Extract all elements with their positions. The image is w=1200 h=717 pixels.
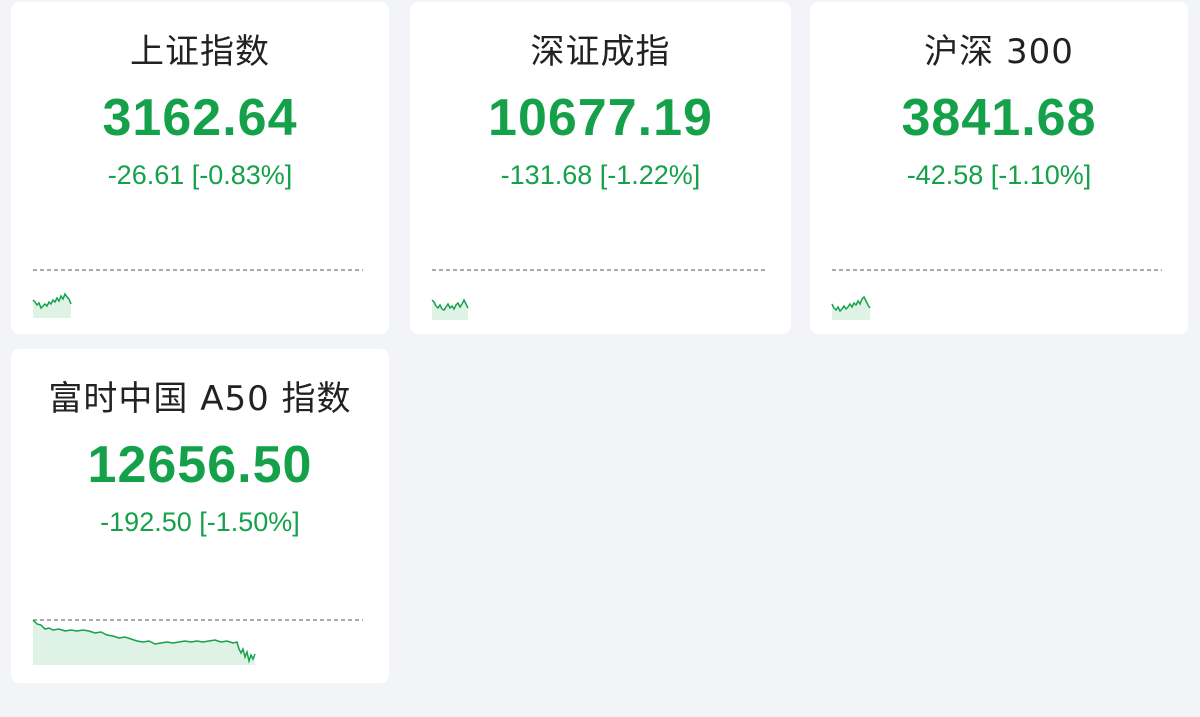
index-name: 富时中国 A50 指数 (48, 379, 352, 419)
index-card-shenzhen-component[interactable]: 深证成指 10677.19 -131.68 [-1.22%] (410, 2, 791, 334)
sparkline-line (32, 619, 256, 664)
index-value: 10677.19 (488, 89, 713, 147)
sparkline-area (832, 297, 870, 320)
index-change: -131.68 [-1.22%] (500, 160, 701, 190)
index-name: 沪深 300 (924, 32, 1074, 72)
index-change: -192.50 [-1.50%] (100, 507, 300, 537)
index-card-shanghai-composite[interactable]: 上证指数 3162.64 -26.61 [-0.83%] (11, 2, 389, 334)
index-change: -26.61 [-0.83%] (107, 160, 293, 190)
sparkline-area (33, 294, 71, 318)
index-value: 3162.64 (102, 89, 298, 147)
index-card-ftse-china-a50[interactable]: 富时中国 A50 指数 12656.50 -192.50 [-1.50%] (11, 349, 389, 683)
index-card-csi-300[interactable]: 沪深 300 3841.68 -42.58 [-1.10%] (810, 2, 1188, 334)
sparkline-area (432, 300, 468, 320)
sparkline-area (33, 620, 255, 665)
sparkline-line (831, 295, 871, 313)
index-name: 上证指数 (130, 32, 270, 72)
sparkline-line (431, 298, 469, 311)
index-change: -42.58 [-1.10%] (906, 160, 1092, 190)
sparkline-line (32, 292, 72, 310)
index-name: 深证成指 (530, 32, 671, 72)
index-value: 12656.50 (87, 436, 313, 494)
index-value: 3841.68 (901, 89, 1097, 147)
